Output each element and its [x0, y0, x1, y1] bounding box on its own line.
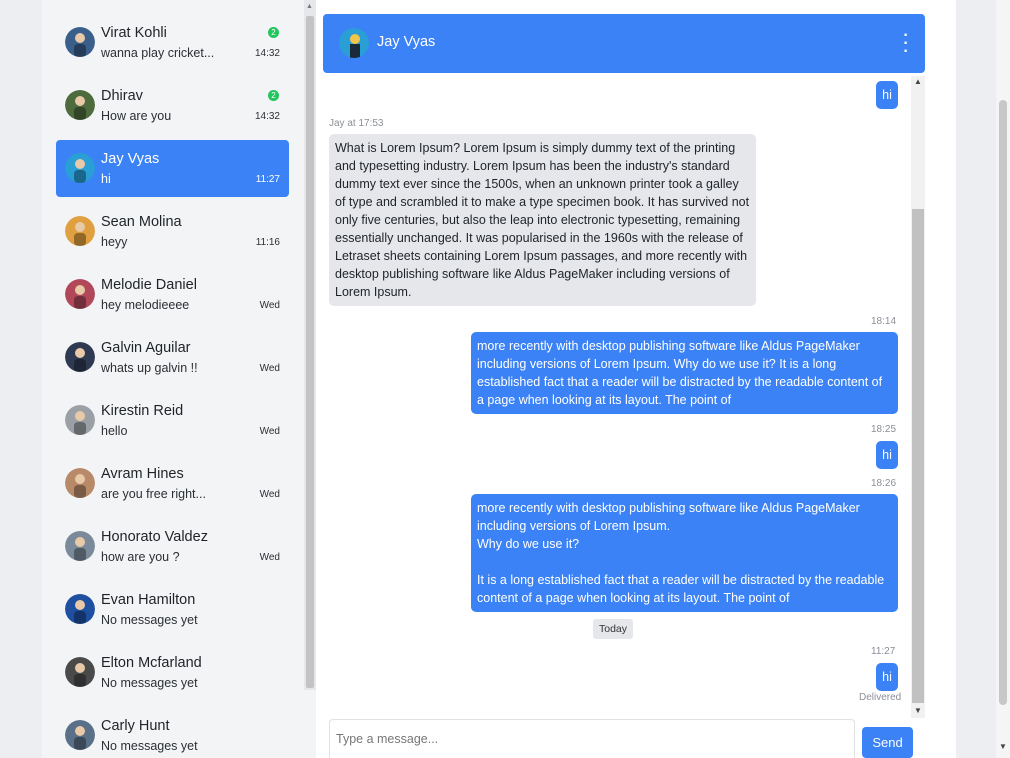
contact-name: Avram Hines: [101, 466, 184, 482]
message-input[interactable]: [329, 719, 855, 758]
contact-name: Elton Mcfarland: [101, 655, 202, 671]
scroll-down-arrow-icon[interactable]: ▼: [914, 706, 922, 715]
contact-preview: heyy: [101, 235, 128, 249]
page-scroll-thumb[interactable]: [999, 100, 1007, 705]
contact-preview: wanna play cricket...: [101, 46, 215, 60]
messages-scroll-thumb[interactable]: [912, 209, 924, 703]
contact-item[interactable]: Dhirav How are you 14:32 2: [56, 77, 289, 134]
chat-avatar: [339, 28, 369, 58]
contact-item[interactable]: Honorato Valdez how are you ? Wed: [56, 518, 289, 575]
message-meta: 11:27: [871, 646, 896, 657]
contact-item[interactable]: Elton Mcfarland No messages yet: [56, 644, 289, 701]
contact-item[interactable]: Melodie Daniel hey melodieeee Wed: [56, 266, 289, 323]
contact-preview: No messages yet: [101, 739, 198, 753]
messages-scrollbar[interactable]: ▲ ▼: [911, 76, 925, 718]
contact-preview: How are you: [101, 109, 172, 123]
message-bubble-outgoing: hi: [876, 663, 898, 691]
contact-time: 14:32: [254, 48, 280, 59]
message-bubble-outgoing: more recently with desktop publishing so…: [471, 494, 898, 612]
contact-name: Jay Vyas: [101, 151, 160, 167]
contact-preview: hello: [101, 424, 128, 438]
kebab-menu-icon[interactable]: · · ·: [901, 28, 911, 60]
contact-time: Wed: [259, 552, 280, 563]
sidebar-scrollbar[interactable]: ▲: [304, 0, 316, 690]
contact-preview: are you free right...: [101, 487, 206, 501]
scroll-down-arrow-icon[interactable]: ▼: [999, 742, 1007, 751]
message-bubble-outgoing: hi: [876, 81, 898, 109]
contact-item[interactable]: Avram Hines are you free right... Wed: [56, 455, 289, 512]
composer: Send: [316, 717, 956, 758]
send-button[interactable]: Send: [862, 727, 913, 758]
contact-name: Melodie Daniel: [101, 277, 197, 293]
contact-time: Wed: [259, 363, 280, 374]
contact-item[interactable]: Carly Hunt No messages yet: [56, 707, 289, 758]
contact-name: Carly Hunt: [101, 718, 170, 734]
contact-time: Wed: [259, 426, 280, 437]
contact-time: Wed: [259, 489, 280, 500]
avatar: [65, 720, 95, 750]
unread-badge: 2: [268, 90, 279, 101]
avatar: [65, 153, 95, 183]
avatar: [65, 27, 95, 57]
contact-name: Kirestin Reid: [101, 403, 184, 419]
avatar: [65, 90, 95, 120]
message-list: hi Jay at 17:53 What is Lorem Ipsum? Lor…: [316, 73, 925, 717]
chat-panel: Jay Vyas · · · hi Jay at 17:53 What is Lor…: [316, 0, 956, 758]
contact-item[interactable]: Sean Molina heyy 11:16: [56, 203, 289, 260]
contact-name: Virat Kohli: [101, 25, 167, 41]
contact-item[interactable]: Jay Vyas hi 11:27: [56, 140, 289, 197]
message-bubble-incoming: What is Lorem Ipsum? Lorem Ipsum is simp…: [329, 134, 756, 306]
contact-item[interactable]: Kirestin Reid hello Wed: [56, 392, 289, 449]
avatar: [65, 468, 95, 498]
avatar: [65, 657, 95, 687]
contacts-sidebar: Virat Kohli wanna play cricket... 14:32 2 Dh…: [42, 0, 316, 758]
avatar: [65, 216, 95, 246]
chat-title: Jay Vyas: [377, 34, 436, 50]
message-line: Why do we use it?: [477, 537, 580, 551]
message-line: more recently with desktop publishing so…: [477, 501, 860, 533]
contact-list: Virat Kohli wanna play cricket... 14:32 2 Dh…: [56, 14, 289, 758]
contact-preview: No messages yet: [101, 613, 198, 627]
contact-item[interactable]: Galvin Aguilar whats up galvin !! Wed: [56, 329, 289, 386]
contact-name: Evan Hamilton: [101, 592, 196, 608]
contact-time: 11:16: [255, 237, 280, 248]
avatar: [65, 279, 95, 309]
scroll-up-arrow-icon[interactable]: ▲: [306, 3, 313, 10]
contact-preview: hey melodieeee: [101, 298, 190, 312]
message-meta: 18:25: [871, 424, 897, 435]
contact-preview: how are you ?: [101, 550, 180, 564]
page-scrollbar[interactable]: ▼: [996, 0, 1010, 758]
contact-name: Galvin Aguilar: [101, 340, 191, 356]
unread-badge: 2: [268, 27, 279, 38]
contact-time: 11:27: [255, 174, 280, 185]
avatar: [65, 405, 95, 435]
contact-preview: hi: [101, 172, 111, 186]
message-bubble-outgoing: hi: [876, 441, 898, 469]
message-bubble-outgoing: more recently with desktop publishing so…: [471, 332, 898, 414]
contact-preview: whats up galvin !!: [101, 361, 198, 375]
contact-name: Sean Molina: [101, 214, 182, 230]
contact-preview: No messages yet: [101, 676, 198, 690]
sidebar-scroll-thumb[interactable]: [306, 16, 314, 688]
contact-time: Wed: [259, 300, 280, 311]
avatar: [65, 531, 95, 561]
message-meta: 18:14: [871, 316, 897, 327]
contact-item[interactable]: Evan Hamilton No messages yet: [56, 581, 289, 638]
avatar: [65, 342, 95, 372]
delivery-status: Delivered: [859, 692, 902, 703]
message-meta: 18:26: [871, 478, 897, 489]
contact-time: 14:32: [254, 111, 280, 122]
contact-name: Dhirav: [101, 88, 143, 104]
chat-header: Jay Vyas · · ·: [323, 14, 925, 73]
message-meta: Jay at 17:53: [329, 118, 384, 129]
message-line: It is a long established fact that a rea…: [477, 573, 885, 605]
scroll-up-arrow-icon[interactable]: ▲: [914, 77, 922, 86]
day-separator: Today: [593, 619, 634, 639]
contact-name: Honorato Valdez: [101, 529, 208, 545]
avatar: [65, 594, 95, 624]
contact-item[interactable]: Virat Kohli wanna play cricket... 14:32 2: [56, 14, 289, 71]
